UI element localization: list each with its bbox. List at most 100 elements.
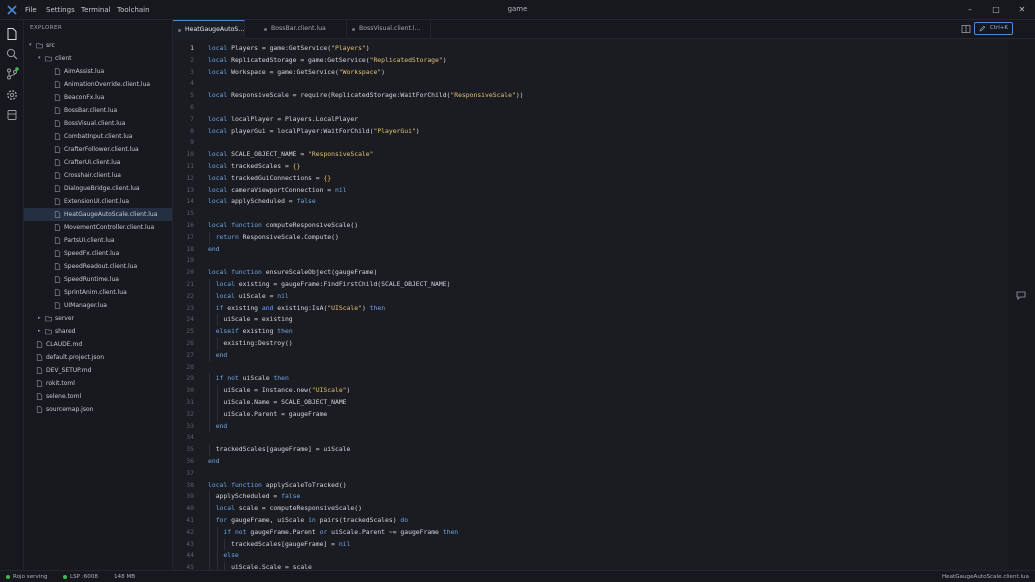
tree-file[interactable]: SpeedReadout.client.lua <box>24 260 172 273</box>
tree-file[interactable]: CLAUDE.md <box>24 338 172 351</box>
chevron-right-icon[interactable]: ▸ <box>38 312 44 325</box>
code-line[interactable]: 6 <box>173 102 1008 114</box>
maximize-icon[interactable]: □ <box>986 0 1006 20</box>
command-palette-button[interactable]: Ctrl+K <box>974 22 1013 35</box>
tree-file[interactable]: BossBar.client.lua <box>24 104 172 117</box>
code-line[interactable]: 5 local ResponsiveScale = require(Replica… <box>173 90 1008 102</box>
tree-file[interactable]: SprintAnim.client.lua <box>24 286 172 299</box>
source-control-icon[interactable] <box>5 67 19 81</box>
tree-file[interactable]: HeatGaugeAutoScale.client.lua <box>24 208 172 221</box>
tab-bossvisual[interactable]: BossVisual.client.l… <box>347 20 431 39</box>
tree-folder[interactable]: ▾ src <box>24 39 172 52</box>
tree-file[interactable]: MovementController.client.lua <box>24 221 172 234</box>
code-line[interactable]: 3 local Workspace = game:GetService("Work… <box>173 67 1008 79</box>
tree-file[interactable]: DialogueBridge.client.lua <box>24 182 172 195</box>
tree-file[interactable]: PartsUI.client.lua <box>24 234 172 247</box>
code-line[interactable]: 31 uiScale.Name = SCALE_OBJECT_NAME <box>173 397 1008 409</box>
tree-file[interactable]: ExtensionUI.client.lua <box>24 195 172 208</box>
tree-file[interactable]: default.project.json <box>24 351 172 364</box>
code-line[interactable]: 20 local function ensureScaleObject(gauge… <box>173 267 1008 279</box>
split-editor-icon[interactable] <box>961 24 971 34</box>
code-line[interactable]: 9 <box>173 137 1008 149</box>
tree-file[interactable]: DEV_SETUP.md <box>24 364 172 377</box>
tree-file[interactable]: rokit.toml <box>24 377 172 390</box>
tree-folder[interactable]: ▸ shared <box>24 325 172 338</box>
code-line[interactable]: 23 if existing and existing:IsA("UIScale… <box>173 302 1008 315</box>
search-icon[interactable] <box>5 47 19 61</box>
code-line[interactable]: 43 trackedScales[gaugeFrame] = nil <box>173 538 1008 551</box>
code-line[interactable]: 41 for gaugeFrame, uiScale in pairs(trac… <box>173 515 1008 527</box>
chevron-down-icon[interactable]: ▾ <box>38 52 44 65</box>
files-icon[interactable] <box>5 27 19 41</box>
comment-icon[interactable] <box>1016 291 1026 300</box>
tab-bossbar[interactable]: BossBar.client.lua <box>259 20 347 39</box>
tree-file[interactable]: SpeedFx.client.lua <box>24 247 172 260</box>
code-line[interactable]: 25 elseif existing then <box>173 326 1008 338</box>
code-line[interactable]: 32 uiScale.Parent = gaugeFrame <box>173 408 1008 421</box>
code-line[interactable]: 44 else <box>173 550 1008 563</box>
tree-file[interactable]: SpeedRuntime.lua <box>24 273 172 286</box>
code-line[interactable]: 7 local localPlayer = Players.LocalPlayer <box>173 114 1008 126</box>
tree-file[interactable]: CombatInput.client.lua <box>24 130 172 143</box>
code-line[interactable]: 30 uiScale = Instance.new("UIScale") <box>173 385 1008 397</box>
chevron-down-icon[interactable]: ▾ <box>29 39 35 52</box>
tree-file[interactable]: UIManager.lua <box>24 299 172 312</box>
code-line[interactable]: 15 <box>173 208 1008 220</box>
code-line[interactable]: 39 applyScheduled = false <box>173 491 1008 504</box>
tree-file[interactable]: AnimationOverride.client.lua <box>24 78 172 91</box>
code-line[interactable]: 2 local ReplicatedStorage = game:GetServi… <box>173 55 1008 67</box>
settings-icon[interactable] <box>5 88 19 102</box>
tab-heatgaugeautoscale[interactable]: HeatGaugeAutoS… <box>173 20 245 39</box>
code-line[interactable]: 33 end <box>173 420 1008 433</box>
code-line[interactable]: 40 local scale = computeResponsiveScale(… <box>173 503 1008 515</box>
code-line[interactable]: 19 <box>173 255 1008 267</box>
code-line[interactable]: 27 end <box>173 349 1008 362</box>
chevron-right-icon[interactable]: ▸ <box>38 325 44 338</box>
tree-file[interactable]: BossVisual.client.lua <box>24 117 172 130</box>
code-line[interactable]: 13 local cameraViewportConnection = nil <box>173 185 1008 197</box>
code-line[interactable]: 35 trackedScales[gaugeFrame] = uiScale <box>173 444 1008 456</box>
code-line[interactable]: 12 local trackedGuiConnections = {} <box>173 173 1008 185</box>
sync-status[interactable]: Rojo serving <box>13 571 47 582</box>
code-line[interactable]: 24 uiScale = existing <box>173 314 1008 327</box>
code-text: else <box>223 551 239 560</box>
code-line[interactable]: 8 local playerGui = localPlayer:WaitForCh… <box>173 126 1008 138</box>
code-line[interactable]: 11 local trackedScales = {} <box>173 161 1008 173</box>
code-line[interactable]: 37 <box>173 468 1008 480</box>
minimize-icon[interactable]: – <box>960 0 980 20</box>
code-line[interactable]: 38 local function applyScaleToTracked() <box>173 480 1008 492</box>
code-line[interactable]: 4 <box>173 78 1008 90</box>
tree-file[interactable]: AimAssist.lua <box>24 65 172 78</box>
folder-icon <box>45 316 52 322</box>
code-line[interactable]: 36 end <box>173 456 1008 468</box>
tree-item-label: CLAUDE.md <box>46 341 83 348</box>
code-line[interactable]: 17 return ResponsiveScale.Compute() <box>173 231 1008 244</box>
tree-file[interactable]: BeaconFx.lua <box>24 91 172 104</box>
tree-folder[interactable]: ▸ server <box>24 312 172 325</box>
code-line[interactable]: 45 uiScale.Scale = scale <box>173 562 1008 570</box>
tree-file[interactable]: selene.toml <box>24 390 172 403</box>
code-line[interactable]: 16 local function computeResponsiveScale(… <box>173 220 1008 232</box>
code-editor[interactable]: 1 local Players = game:GetService("Player… <box>173 39 1008 570</box>
code-line[interactable]: 14 local applyScheduled = false <box>173 196 1008 208</box>
code-text: uiScale = Instance.new("UIScale") <box>208 386 351 395</box>
tree-file[interactable]: CrafterFollower.client.lua <box>24 143 172 156</box>
tree-file[interactable]: CrafterUI.client.lua <box>24 156 172 169</box>
database-icon[interactable] <box>5 108 19 122</box>
close-icon[interactable]: ✕ <box>1012 0 1032 20</box>
code-line[interactable]: 28 <box>173 362 1008 374</box>
code-line[interactable]: 42 if not gaugeFrame.Parent or uiScale.P… <box>173 526 1008 539</box>
code-text: local Players = game:GetService("Players… <box>208 44 370 52</box>
tree-file[interactable]: sourcemap.json <box>24 403 172 416</box>
code-line[interactable]: 18 end <box>173 244 1008 256</box>
tree-folder[interactable]: ▾ client <box>24 52 172 65</box>
code-line[interactable]: 1 local Players = game:GetService("Player… <box>173 43 1008 55</box>
code-line[interactable]: 34 <box>173 432 1008 444</box>
code-line[interactable]: 21 local existing = gaugeFrame:FindFirst… <box>173 279 1008 291</box>
code-line[interactable]: 26 existing:Destroy() <box>173 338 1008 350</box>
code-line[interactable]: 29 if not uiScale then <box>173 373 1008 386</box>
code-line[interactable]: 10 local SCALE_OBJECT_NAME = "ResponsiveS… <box>173 149 1008 161</box>
code-line[interactable]: 22 local uiScale = nil <box>173 290 1008 303</box>
tree-file[interactable]: Crosshair.client.lua <box>24 169 172 182</box>
lsp-status[interactable]: LSP :6008 <box>70 571 98 582</box>
